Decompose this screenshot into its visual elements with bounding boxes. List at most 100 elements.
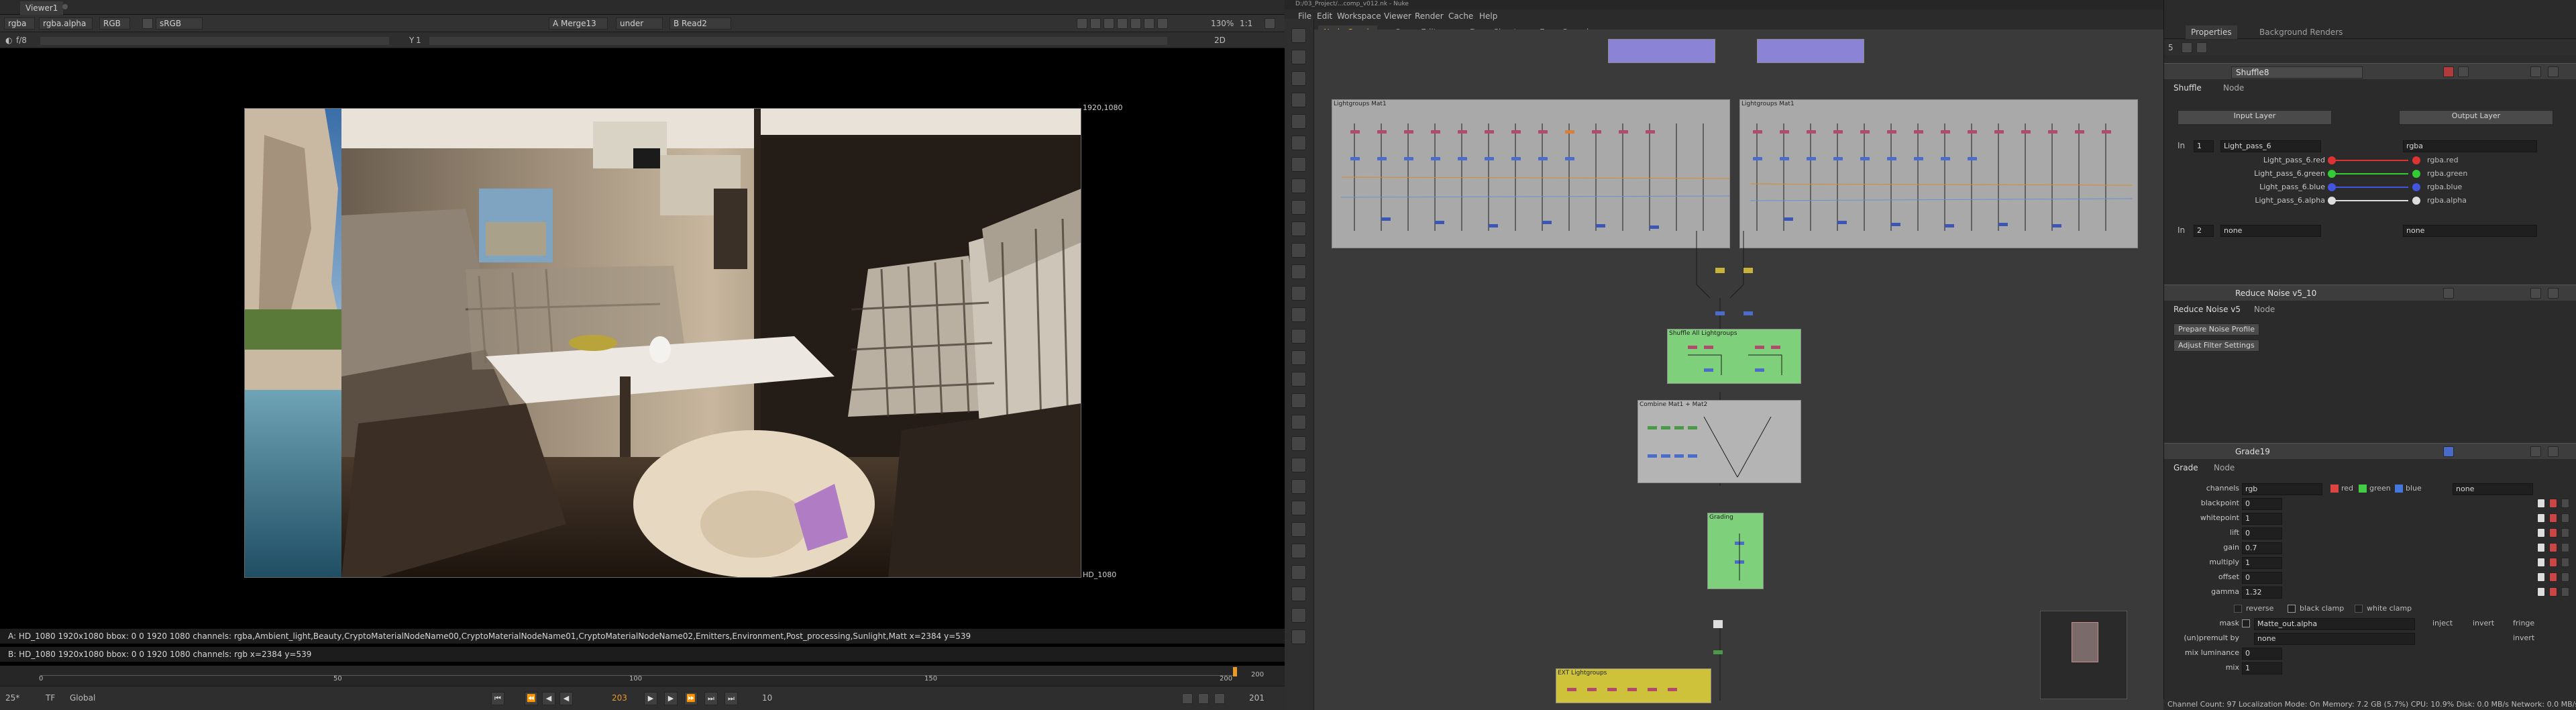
unpremult-dropdown[interactable]: none bbox=[2254, 633, 2415, 645]
draw-nodes-icon[interactable] bbox=[1291, 50, 1306, 64]
menu-edit[interactable]: Edit bbox=[1317, 11, 1332, 21]
plugin-d-icon[interactable] bbox=[1291, 458, 1306, 472]
minimap-viewport[interactable] bbox=[2072, 622, 2098, 662]
particles-nodes-icon[interactable] bbox=[1291, 286, 1306, 301]
lock-panel-icon[interactable] bbox=[2196, 42, 2207, 53]
toolsets-icon[interactable] bbox=[1291, 329, 1306, 344]
global-dropdown[interactable]: Global bbox=[70, 693, 95, 703]
input-a-dropdown[interactable]: A Merge13 bbox=[549, 17, 608, 30]
loop-icon[interactable] bbox=[1182, 693, 1193, 704]
knob-slider-offset[interactable] bbox=[2289, 574, 2530, 582]
invert-label[interactable]: invert bbox=[2473, 619, 2494, 627]
view-mode[interactable]: 2D bbox=[1214, 36, 1226, 45]
grade-node-name[interactable]: Grade19 bbox=[2231, 446, 2363, 457]
play-icon[interactable]: ▶ bbox=[644, 692, 657, 705]
tab-properties[interactable]: Properties bbox=[2186, 26, 2237, 39]
animation-menu-icon[interactable] bbox=[2561, 587, 2569, 597]
animation-menu-icon[interactable] bbox=[2561, 558, 2569, 567]
end-frame[interactable]: 201 bbox=[1249, 693, 1265, 703]
merge-nodes-icon[interactable] bbox=[1291, 179, 1306, 193]
knob-slider-gamma[interactable] bbox=[2289, 589, 2530, 597]
backdrop-shuffle-lightgroups[interactable]: Shuffle All Lightgroups bbox=[1667, 329, 1801, 384]
range-icon[interactable] bbox=[1198, 693, 1209, 704]
color-swatch-icon[interactable] bbox=[2537, 558, 2545, 567]
prepare-noise-profile-button[interactable]: Prepare Noise Profile bbox=[2174, 323, 2259, 336]
in1-layer-dropdown[interactable]: Light_pass_6 bbox=[2220, 140, 2321, 152]
mix-field[interactable]: 1 bbox=[2242, 662, 2282, 674]
image-nodes-icon[interactable] bbox=[1291, 28, 1306, 43]
alpha-channel-dropdown[interactable]: none bbox=[2453, 483, 2533, 495]
in1-number[interactable]: 1 bbox=[2194, 140, 2214, 152]
3d-nodes-icon[interactable] bbox=[1291, 221, 1306, 236]
views-nodes-icon[interactable] bbox=[1291, 243, 1306, 258]
menu-help[interactable]: Help bbox=[1479, 11, 1497, 21]
lut-icon[interactable] bbox=[142, 18, 153, 29]
mix-slider[interactable] bbox=[2289, 665, 2557, 673]
green-checkbox[interactable] bbox=[2359, 485, 2367, 493]
channel-split-icon[interactable] bbox=[2549, 558, 2557, 567]
color-nodes-icon[interactable] bbox=[1291, 114, 1306, 129]
knob-slider-blackpoint[interactable] bbox=[2289, 501, 2530, 509]
knob-field-gamma[interactable]: 1.32 bbox=[2242, 587, 2282, 599]
step-value[interactable]: 10 bbox=[762, 693, 772, 703]
furnace-icon[interactable] bbox=[1291, 372, 1306, 387]
black-clamp-checkbox[interactable] bbox=[2288, 605, 2296, 613]
tab-reduce-noise[interactable]: Reduce Noise v5 bbox=[2169, 303, 2245, 315]
channel-split-icon[interactable] bbox=[2549, 499, 2557, 508]
backdrop-combine[interactable]: Combine Mat1 + Mat2 bbox=[1638, 400, 1801, 483]
backdrop-grading[interactable]: Grading bbox=[1707, 513, 1764, 589]
menu-render[interactable]: Render bbox=[1415, 11, 1444, 21]
channel-split-icon[interactable] bbox=[2549, 513, 2557, 523]
plugin-c-icon[interactable] bbox=[1291, 436, 1306, 451]
in2-layer-dropdown[interactable]: none bbox=[2220, 225, 2321, 237]
knob-field-offset[interactable]: 0 bbox=[2242, 572, 2282, 584]
alpha-dropdown[interactable]: rgba.alpha bbox=[39, 17, 93, 30]
pause-icon[interactable] bbox=[1157, 18, 1168, 29]
mix-luminance-slider[interactable] bbox=[2289, 650, 2557, 658]
knob-slider-gain[interactable] bbox=[2289, 545, 2530, 553]
channel-split-icon[interactable] bbox=[2549, 572, 2557, 582]
knob-slider-lift[interactable] bbox=[2289, 530, 2530, 538]
transform-nodes-icon[interactable] bbox=[1291, 200, 1306, 215]
knob-field-whitepoint[interactable]: 1 bbox=[2242, 513, 2282, 525]
overlay-icon[interactable] bbox=[1104, 18, 1114, 29]
plugin-e-icon[interactable] bbox=[1291, 479, 1306, 494]
shuffle-node-name[interactable]: Shuffle8 bbox=[2231, 66, 2363, 79]
in2-number[interactable]: 2 bbox=[2194, 225, 2214, 237]
knob-field-lift[interactable]: 0 bbox=[2242, 527, 2282, 540]
settings-icon[interactable] bbox=[1265, 18, 1275, 29]
color-swatch-icon[interactable] bbox=[2537, 513, 2545, 523]
plugin-j-icon[interactable] bbox=[1291, 587, 1306, 601]
plugin-h-icon[interactable] bbox=[1291, 544, 1306, 558]
channel-nodes-icon[interactable] bbox=[1291, 93, 1306, 107]
gain-slider[interactable] bbox=[40, 37, 389, 45]
plugin-a-icon[interactable] bbox=[1291, 393, 1306, 408]
denoise-node-name[interactable]: Reduce Noise v5_10 bbox=[2231, 288, 2363, 299]
gamma-slider[interactable] bbox=[429, 37, 1167, 45]
current-frame[interactable]: 203 bbox=[612, 693, 627, 703]
red-checkbox[interactable] bbox=[2330, 485, 2339, 493]
tab-node[interactable]: Node bbox=[2210, 462, 2239, 474]
channels-dropdown[interactable]: rgba bbox=[4, 17, 35, 30]
float-icon[interactable] bbox=[2530, 446, 2541, 457]
channel-split-icon[interactable] bbox=[2549, 528, 2557, 538]
plugin-g-icon[interactable] bbox=[1291, 522, 1306, 537]
animation-menu-icon[interactable] bbox=[2561, 543, 2569, 552]
clip-warn-icon[interactable] bbox=[1090, 18, 1101, 29]
viewer-tab[interactable]: Viewer1 bbox=[20, 1, 64, 15]
node-color-icon[interactable] bbox=[2443, 66, 2454, 77]
knob-field-blackpoint[interactable]: 0 bbox=[2242, 498, 2282, 510]
mask-icon[interactable] bbox=[1117, 18, 1128, 29]
zoom-level[interactable]: 130% bbox=[1211, 19, 1234, 28]
skip-icon[interactable]: ⏭ bbox=[724, 692, 738, 705]
plugin-l-icon[interactable] bbox=[1291, 629, 1306, 644]
adjust-filter-settings-button[interactable]: Adjust Filter Settings bbox=[2174, 340, 2259, 352]
input-b-dropdown[interactable]: B Read2 bbox=[669, 17, 731, 30]
first-frame-icon[interactable]: ⏮ bbox=[491, 692, 504, 705]
color-swatch-icon[interactable] bbox=[2537, 543, 2545, 552]
clear-panels-icon[interactable] bbox=[2182, 42, 2192, 53]
prev-key-icon[interactable]: ⏪ bbox=[525, 692, 538, 705]
node-color-icon[interactable] bbox=[2443, 288, 2454, 299]
knob-slider-whitepoint[interactable] bbox=[2289, 515, 2530, 523]
blue-checkbox[interactable] bbox=[2395, 485, 2403, 493]
